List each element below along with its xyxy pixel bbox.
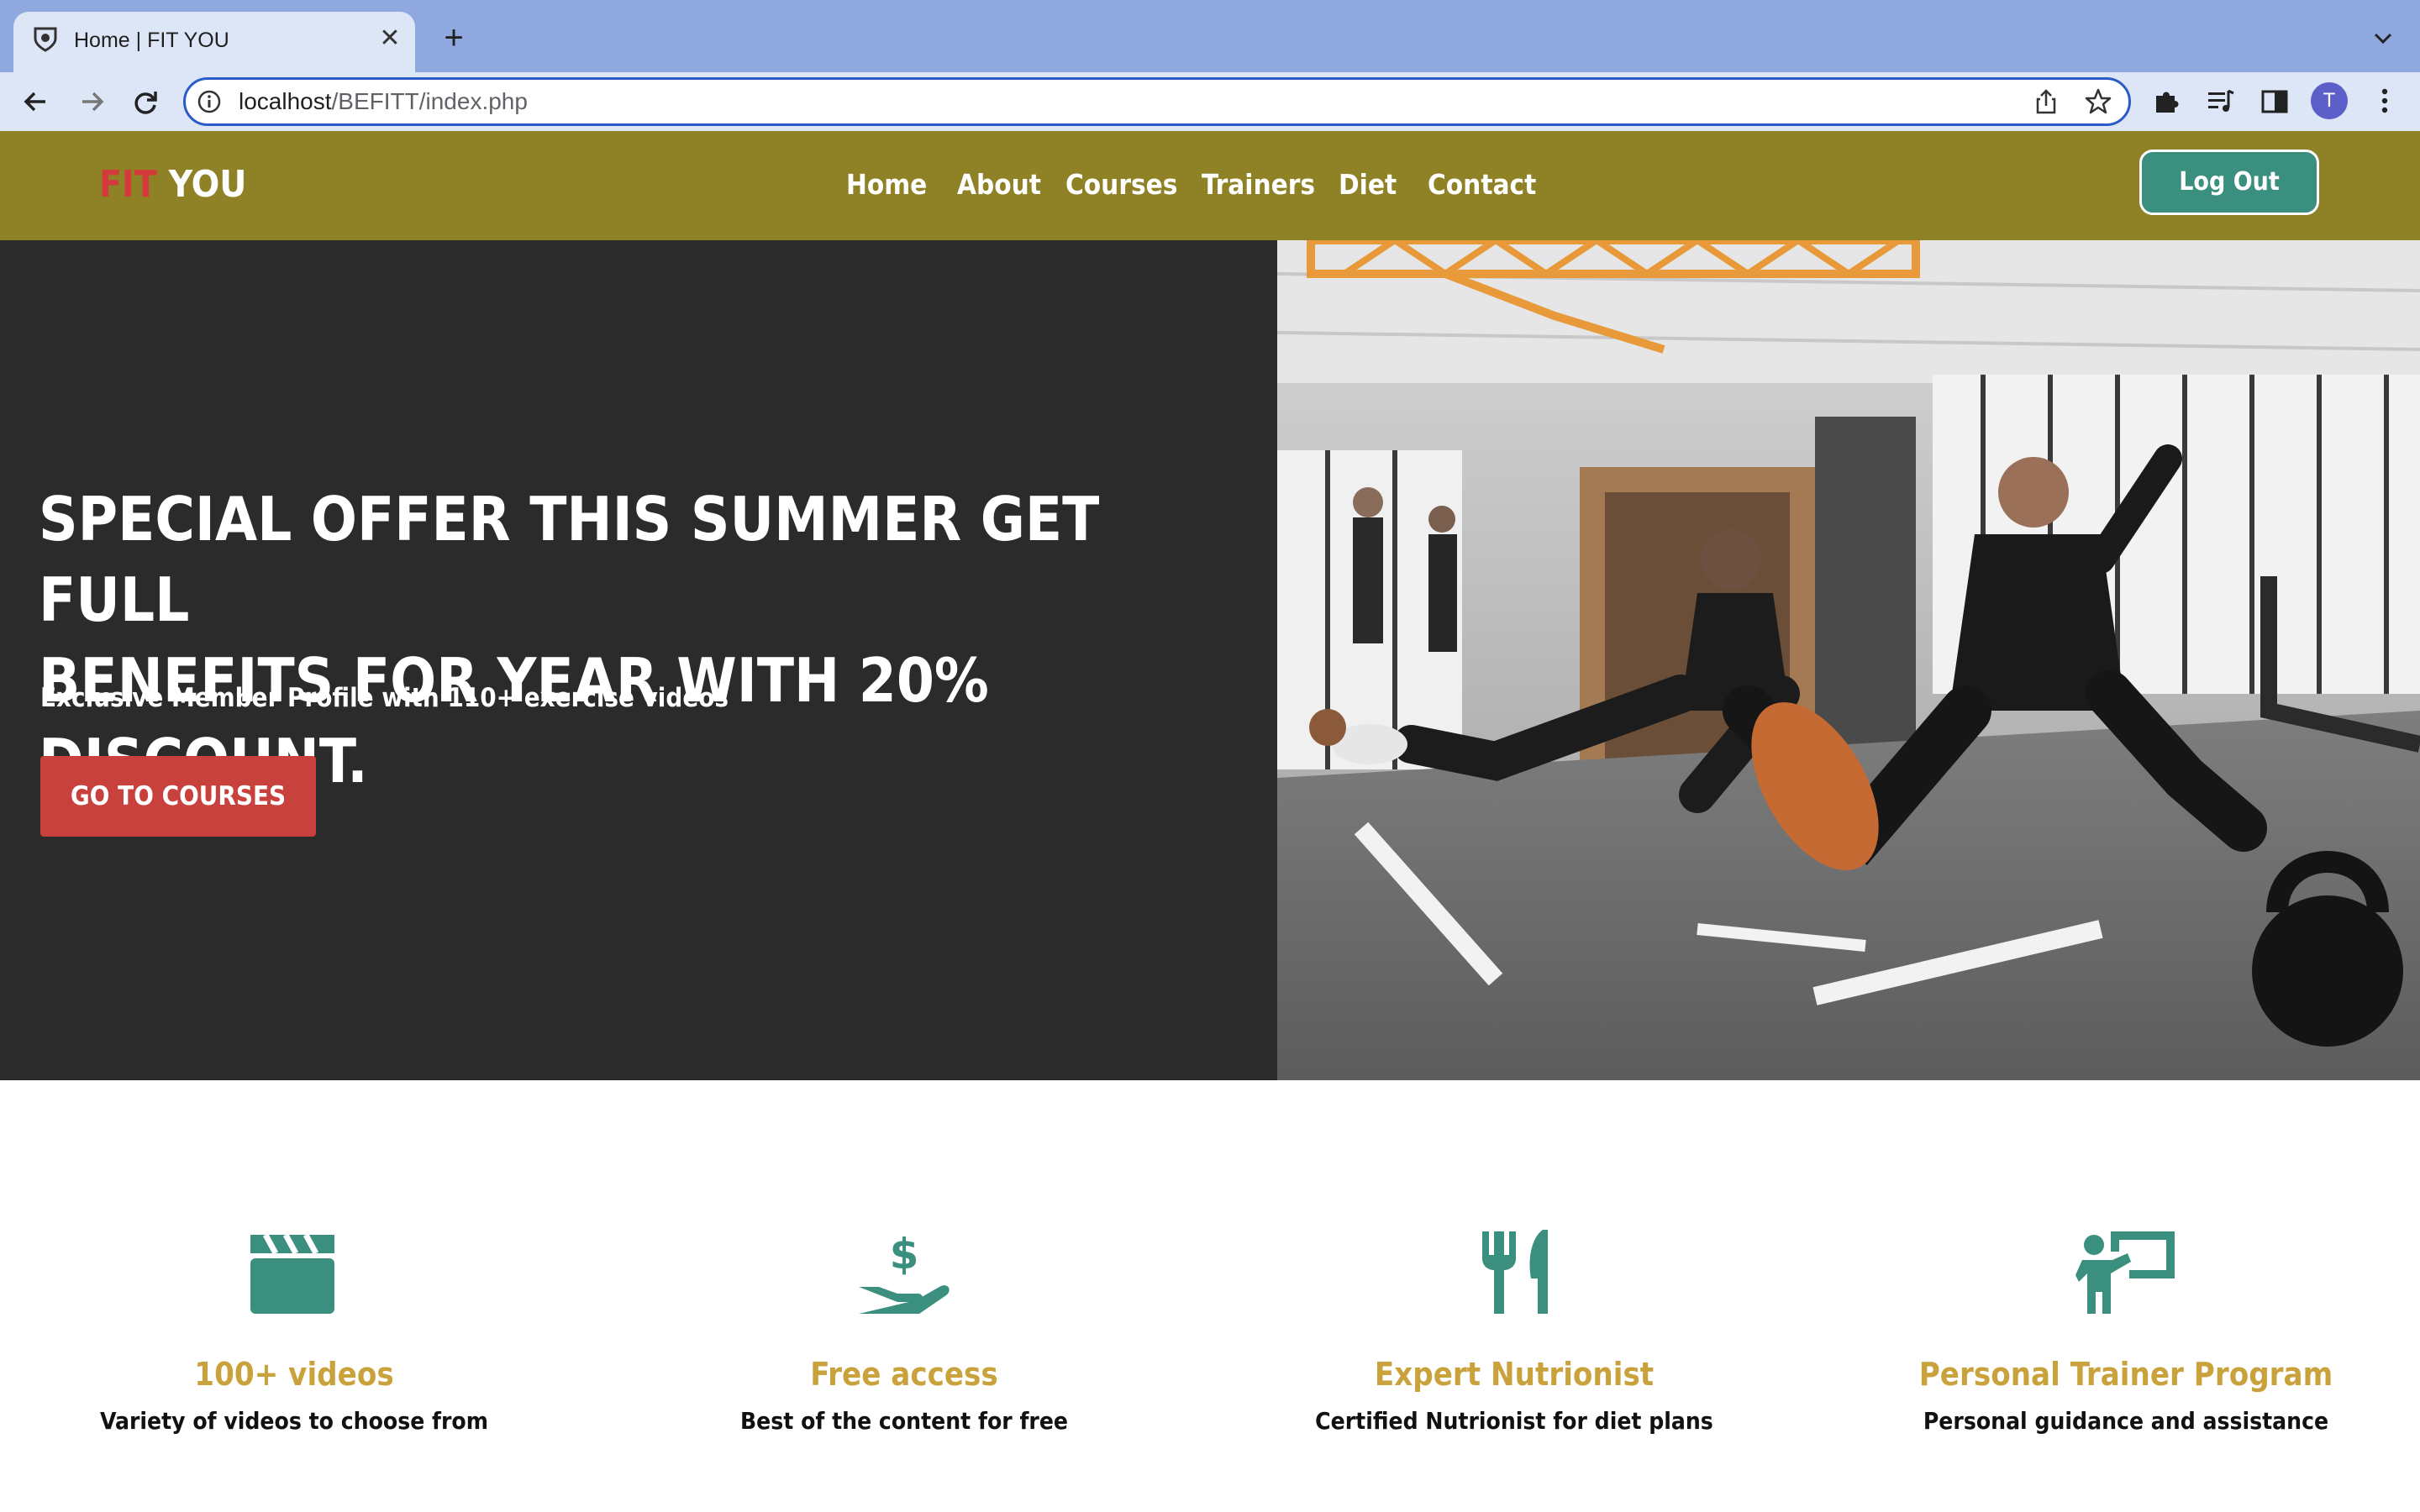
tab-title: Home | FIT YOU xyxy=(74,29,229,52)
feature-title: 100+ videos xyxy=(194,1356,394,1393)
feature-card: Personal Trainer Program Personal guidan… xyxy=(1832,1226,2420,1453)
hero-subtext: Exclusive Member Profile with 110+ exerc… xyxy=(40,683,729,713)
feature-desc: Personal guidance and assistance xyxy=(1923,1407,2329,1435)
media-control-icon[interactable] xyxy=(2205,86,2237,118)
plus-icon[interactable]: + xyxy=(437,21,471,55)
svg-text:$: $ xyxy=(890,1230,919,1278)
side-panel-icon[interactable] xyxy=(2259,86,2291,118)
go-to-courses-button[interactable]: GO TO COURSES xyxy=(40,756,316,837)
chevron-down-icon[interactable] xyxy=(2368,24,2398,54)
feature-desc: Best of the content for free xyxy=(739,1407,1069,1435)
back-arrow-icon[interactable] xyxy=(17,82,55,121)
url-host: localhost xyxy=(239,88,332,114)
reload-icon[interactable] xyxy=(126,82,165,121)
hero-gym-image xyxy=(1277,240,2420,1080)
logo-fit: FIT xyxy=(99,163,157,206)
favicon-icon xyxy=(30,24,60,54)
star-icon[interactable] xyxy=(2084,87,2112,116)
share-icon[interactable] xyxy=(2032,87,2060,116)
fork-knife-icon xyxy=(1464,1226,1565,1319)
avatar[interactable]: T xyxy=(2311,82,2348,119)
puzzle-icon[interactable] xyxy=(2151,86,2183,118)
feature-title: Personal Trainer Program xyxy=(1918,1356,2333,1393)
nav-link-about[interactable]: About xyxy=(957,166,1041,203)
nav-link-courses[interactable]: Courses xyxy=(1065,166,1177,203)
nav-link-trainers[interactable]: Trainers xyxy=(1202,166,1315,203)
feature-card: $ Free access Best of the content for fr… xyxy=(610,1226,1198,1453)
url-text[interactable]: localhost/BEFITT/index.php xyxy=(239,85,528,118)
clapperboard-icon xyxy=(242,1226,343,1319)
site-logo[interactable]: FIT YOU xyxy=(99,160,246,210)
feature-card: Expert Nutrionist Certified Nutrionist f… xyxy=(1220,1226,1808,1453)
nav-link-diet[interactable]: Diet xyxy=(1339,166,1397,203)
info-icon[interactable] xyxy=(197,89,222,114)
forward-arrow-icon[interactable] xyxy=(72,82,111,121)
logo-you: YOU xyxy=(168,163,247,206)
feature-desc: Variety of videos to choose from xyxy=(100,1407,488,1435)
feature-card: 100+ videos Variety of videos to choose … xyxy=(0,1226,588,1453)
hero-heading: SPECIAL OFFER THIS SUMMER GET FULL BENEF… xyxy=(39,479,1232,801)
trainer-board-icon xyxy=(2075,1226,2176,1319)
logout-button[interactable]: Log Out xyxy=(2139,150,2319,215)
nav-link-home[interactable]: Home xyxy=(846,166,927,203)
feature-title: Expert Nutrionist xyxy=(1374,1356,1655,1393)
hero-heading-line1: SPECIAL OFFER THIS SUMMER GET FULL xyxy=(39,484,1100,635)
hand-dollar-icon: $ xyxy=(854,1226,955,1319)
url-path: /BEFITT/index.php xyxy=(331,88,528,114)
kebab-menu-icon[interactable] xyxy=(2370,84,2400,118)
feature-title: Free access xyxy=(810,1356,998,1393)
nav-link-contact[interactable]: Contact xyxy=(1428,166,1536,203)
close-icon[interactable]: ✕ xyxy=(373,22,407,55)
feature-desc: Certified Nutrionist for diet plans xyxy=(1315,1407,1713,1435)
